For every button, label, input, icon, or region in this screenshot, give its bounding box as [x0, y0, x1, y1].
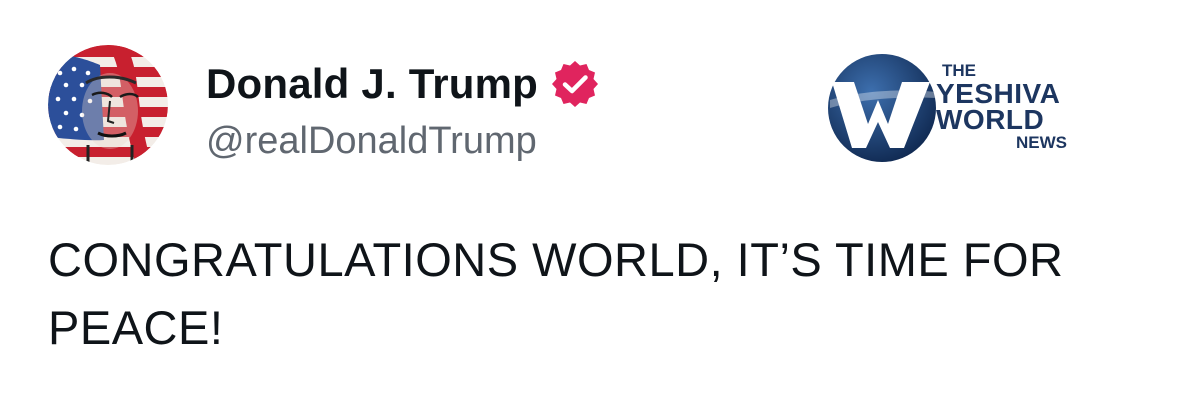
author-name-row: Donald J. Trump	[206, 56, 600, 112]
author-avatar[interactable]	[48, 45, 168, 165]
ywn-wordmark: THE YESHIVA WORLD NEWS	[936, 62, 1071, 151]
yeshiva-world-news-logo: THE YESHIVA WORLD NEWS	[826, 52, 1076, 164]
ywn-globe-icon	[828, 54, 936, 162]
author-display-name[interactable]: Donald J. Trump	[206, 60, 538, 108]
ywn-world-label: WORLD	[936, 104, 1045, 135]
ywn-the-label: THE	[942, 61, 976, 80]
post-body-text: CONGRATULATIONS WORLD, IT’S TIME FOR PEA…	[48, 233, 1064, 354]
flag-portrait-avatar-icon	[48, 45, 168, 165]
post-card: Donald J. Trump @realDonaldTrump THE YES	[0, 0, 1179, 417]
author-handle[interactable]: @realDonaldTrump	[206, 120, 537, 163]
verified-badge-icon	[550, 59, 600, 109]
ywn-news-label: NEWS	[1016, 133, 1067, 152]
